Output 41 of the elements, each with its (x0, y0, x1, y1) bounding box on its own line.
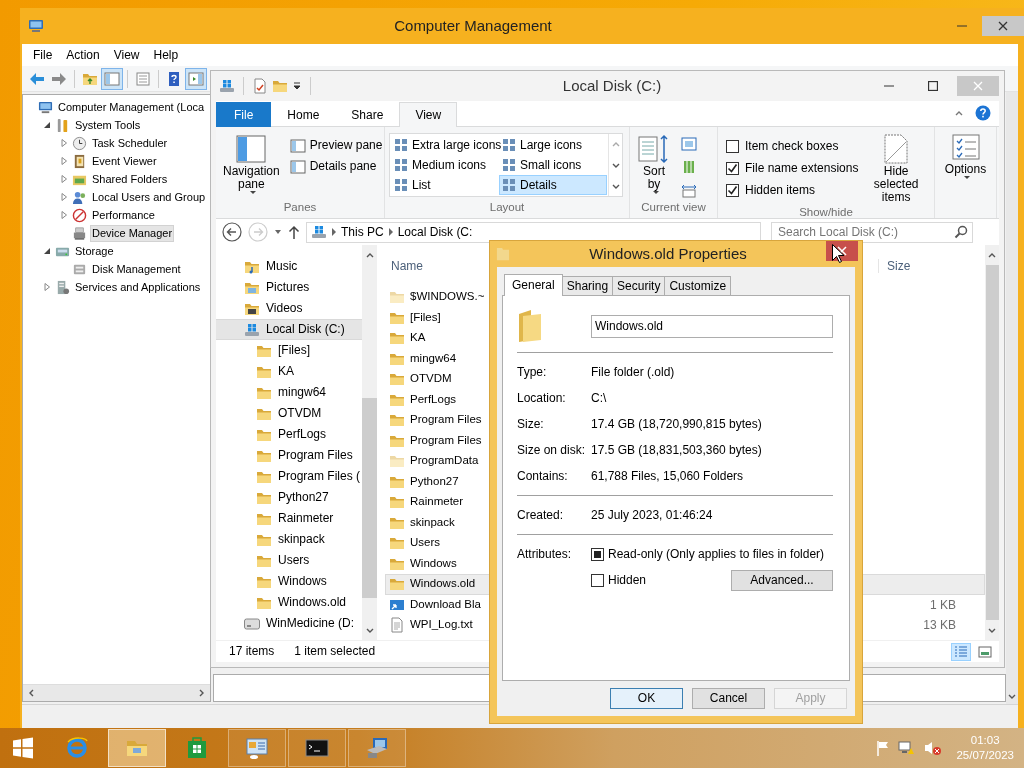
field-value: 61,788 Files, 15,060 Folders (591, 468, 744, 484)
window-title: Local Disk (C:) (561, 77, 663, 95)
group-label: Current view (640, 201, 707, 215)
file-name: [Files] (409, 310, 441, 325)
field-label: Size on disk: (517, 442, 587, 458)
field-label: Created: (517, 507, 565, 523)
window-title: Computer Management (393, 17, 553, 35)
file-name: Python27 (409, 474, 459, 489)
field-value: 25 July 2023, 01:46:24 (591, 507, 713, 523)
file-name: Windows.old (409, 577, 476, 592)
file-name: WPI_Log.txt (409, 618, 473, 633)
file-name: mingw64 (409, 351, 457, 366)
file-name: Program Files (409, 413, 482, 428)
file-name: Windows (409, 556, 457, 571)
field-label: Contains: (517, 468, 569, 484)
field-value: File folder (.old) (591, 364, 675, 380)
field-label: Location: (517, 390, 567, 406)
file-name: OTVDM (409, 372, 452, 387)
item-count: 17 items (229, 644, 275, 659)
field-label: Size: (517, 416, 545, 432)
group-label: Panes (282, 201, 318, 215)
field-label: Type: (517, 364, 548, 380)
selection-count: 1 item selected (294, 644, 376, 659)
file-name: Download Bla (409, 597, 481, 612)
file-name: PerfLogs (409, 392, 457, 407)
file-name: ProgramData (409, 454, 479, 469)
group-label: Layout (488, 201, 526, 215)
file-name: $WINDOWS.~ (409, 290, 485, 305)
group-label: Show/hide (798, 206, 854, 220)
field-value: C:\ (591, 390, 607, 406)
field-label: Attributes: (517, 546, 573, 562)
file-size: 13 KB (923, 618, 956, 633)
file-name: KA (409, 331, 426, 346)
field-value: 17.5 GB (18,831,503,360 bytes) (591, 442, 762, 458)
file-name: skinpack (409, 515, 455, 530)
file-size: 1 KB (930, 597, 956, 612)
file-name: Users (409, 536, 441, 551)
file-name: Rainmeter (409, 495, 464, 510)
field-value: 17.4 GB (18,720,990,815 bytes) (591, 416, 762, 432)
file-name: Program Files (409, 433, 482, 448)
dialog-title: Windows.old Properties (588, 245, 748, 263)
